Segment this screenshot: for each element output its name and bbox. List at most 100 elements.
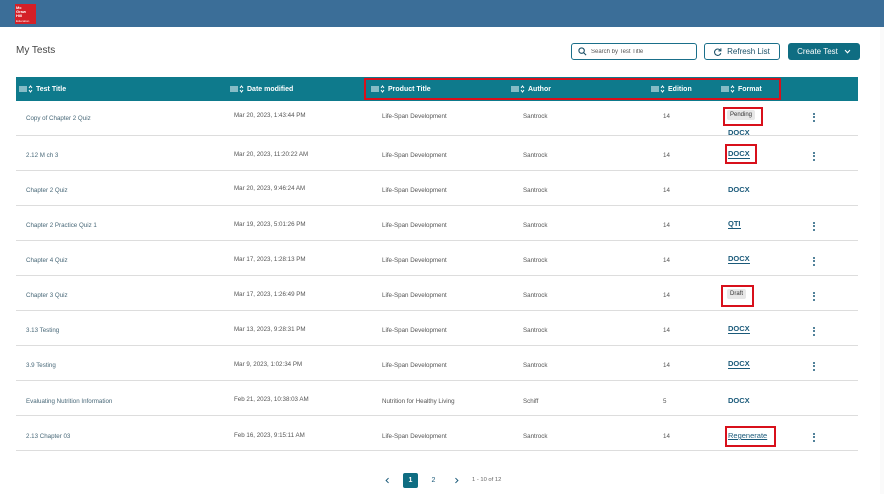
product-title: Life-Span Development <box>382 327 447 334</box>
author: Schiff <box>523 398 539 405</box>
date-modified: Mar 13, 2023, 9:28:31 PM <box>234 326 306 333</box>
test-title-link[interactable]: Copy of Chapter 2 Quiz <box>26 115 91 122</box>
more-options-icon[interactable] <box>812 113 816 124</box>
page-range-text: 1 - 10 of 12 <box>472 477 502 483</box>
product-title: Nutrition for Healthy Living <box>382 398 455 405</box>
author: Santrock <box>523 362 548 369</box>
format-docx-link[interactable]: DOCX <box>728 150 750 159</box>
column-label: Edition <box>668 85 692 93</box>
author: Santrock <box>523 433 548 440</box>
column-header-author[interactable]: Author <box>511 77 551 101</box>
edition: 5 <box>663 398 667 405</box>
sort-icon <box>371 85 385 93</box>
next-page-button[interactable] <box>449 473 464 488</box>
format-docx-link[interactable]: DOCX <box>728 185 750 194</box>
regenerate-link[interactable]: Regenerate <box>728 431 767 440</box>
more-options-icon[interactable] <box>812 222 816 233</box>
test-title-link[interactable]: Chapter 4 Quiz <box>26 257 68 264</box>
pagination: 1 2 1 - 10 of 12 <box>380 472 501 488</box>
product-title: Life-Span Development <box>382 362 447 369</box>
table-header: Test Title Date modified Product Title A… <box>16 77 858 101</box>
test-title-link[interactable]: 3.13 Testing <box>26 327 59 334</box>
chevron-down-icon <box>844 49 851 54</box>
status-badge: Draft <box>727 289 747 299</box>
product-title: Life-Span Development <box>382 292 447 299</box>
edition: 14 <box>663 292 670 299</box>
chevron-left-icon <box>385 477 389 483</box>
format-docx-link[interactable]: DOCX <box>728 360 750 369</box>
date-modified: Mar 19, 2023, 5:01:26 PM <box>234 221 306 228</box>
author: Santrock <box>523 327 548 334</box>
test-title-link[interactable]: Chapter 2 Quiz <box>26 187 68 194</box>
test-title-link[interactable]: Evaluating Nutrition Information <box>26 398 112 405</box>
date-modified: Feb 16, 2023, 9:15:11 AM <box>234 432 305 439</box>
table-row[interactable]: 3.9 Testing Mar 9, 2023, 1:02:34 PM Life… <box>16 346 858 381</box>
edition: 14 <box>663 187 670 194</box>
table-row[interactable]: 2.12 M ch 3 Mar 20, 2023, 11:20:22 AM Li… <box>16 136 858 171</box>
more-options-icon[interactable] <box>812 362 816 373</box>
search-input[interactable] <box>591 48 691 55</box>
product-title: Life-Span Development <box>382 257 447 264</box>
date-modified: Mar 20, 2023, 11:20:22 AM <box>234 151 309 158</box>
edition: 14 <box>663 433 670 440</box>
more-options-icon[interactable] <box>812 292 816 303</box>
product-title: Life-Span Development <box>382 222 447 229</box>
column-header-test-title[interactable]: Test Title <box>19 77 66 101</box>
page-button-2[interactable]: 2 <box>426 473 441 488</box>
page-button-1[interactable]: 1 <box>403 472 418 488</box>
create-test-label: Create Test <box>797 47 838 56</box>
date-modified: Mar 9, 2023, 1:02:34 PM <box>234 361 303 368</box>
chevron-right-icon <box>455 477 459 483</box>
date-modified: Mar 20, 2023, 9:46:24 AM <box>234 185 306 192</box>
search-icon <box>578 47 587 56</box>
refresh-label: Refresh List <box>727 47 770 56</box>
more-options-icon[interactable] <box>812 257 816 268</box>
column-label: Author <box>528 85 551 93</box>
sort-icon <box>19 85 33 93</box>
table-row[interactable]: Chapter 3 Quiz Mar 17, 2023, 1:26:49 PM … <box>16 276 858 311</box>
test-title-link[interactable]: 3.9 Testing <box>26 362 56 369</box>
more-options-icon[interactable] <box>812 152 816 163</box>
create-test-button[interactable]: Create Test <box>788 43 860 60</box>
column-header-format[interactable]: Format <box>721 77 762 101</box>
column-header-date-modified[interactable]: Date modified <box>230 77 293 101</box>
date-modified: Feb 21, 2023, 10:38:03 AM <box>234 396 309 403</box>
author: Santrock <box>523 187 548 194</box>
author: Santrock <box>523 222 548 229</box>
more-options-icon[interactable] <box>812 433 816 444</box>
date-modified: Mar 17, 2023, 1:26:49 PM <box>234 291 306 298</box>
test-title-link[interactable]: 2.12 M ch 3 <box>26 152 58 159</box>
product-title: Life-Span Development <box>382 152 447 159</box>
date-modified: Mar 20, 2023, 1:43:44 PM <box>234 112 306 119</box>
refresh-list-button[interactable]: Refresh List <box>704 43 780 60</box>
column-header-edition[interactable]: Edition <box>651 77 692 101</box>
column-label: Product Title <box>388 85 431 93</box>
search-box[interactable] <box>571 43 697 60</box>
format-docx-link[interactable]: DOCX <box>728 396 750 405</box>
scrollbar-track[interactable] <box>880 27 884 494</box>
test-title-link[interactable]: 2.13 Chapter 03 <box>26 433 70 440</box>
mcgraw-hill-logo[interactable]: Mc Graw Hill Education <box>15 4 36 24</box>
more-options-icon[interactable] <box>812 327 816 338</box>
format-qti-link[interactable]: QTI <box>728 220 741 229</box>
table-row[interactable]: Evaluating Nutrition Information Feb 21,… <box>16 381 858 416</box>
sort-icon <box>511 85 525 93</box>
edition: 14 <box>663 327 670 334</box>
table-row[interactable]: Chapter 2 Quiz Mar 20, 2023, 9:46:24 AM … <box>16 171 858 206</box>
table-row[interactable]: Chapter 4 Quiz Mar 17, 2023, 1:28:13 PM … <box>16 241 858 276</box>
table-row[interactable]: Chapter 2 Practice Quiz 1 Mar 19, 2023, … <box>16 206 858 241</box>
column-header-product-title[interactable]: Product Title <box>371 77 431 101</box>
table-row[interactable]: 2.13 Chapter 03 Feb 16, 2023, 9:15:11 AM… <box>16 416 858 451</box>
previous-page-button[interactable] <box>380 473 395 488</box>
table-row[interactable]: Copy of Chapter 2 Quiz Mar 20, 2023, 1:4… <box>16 101 858 137</box>
column-label: Test Title <box>36 85 67 93</box>
top-navigation-bar: Mc Graw Hill Education <box>0 0 884 27</box>
test-title-link[interactable]: Chapter 2 Practice Quiz 1 <box>26 222 97 229</box>
column-label: Date modified <box>247 85 294 93</box>
sort-icon <box>230 85 244 93</box>
format-docx-link[interactable]: DOCX <box>728 255 750 264</box>
format-docx-link[interactable]: DOCX <box>728 325 750 334</box>
date-modified: Mar 17, 2023, 1:28:13 PM <box>234 256 306 263</box>
test-title-link[interactable]: Chapter 3 Quiz <box>26 292 68 299</box>
table-row[interactable]: 3.13 Testing Mar 13, 2023, 9:28:31 PM Li… <box>16 311 858 346</box>
